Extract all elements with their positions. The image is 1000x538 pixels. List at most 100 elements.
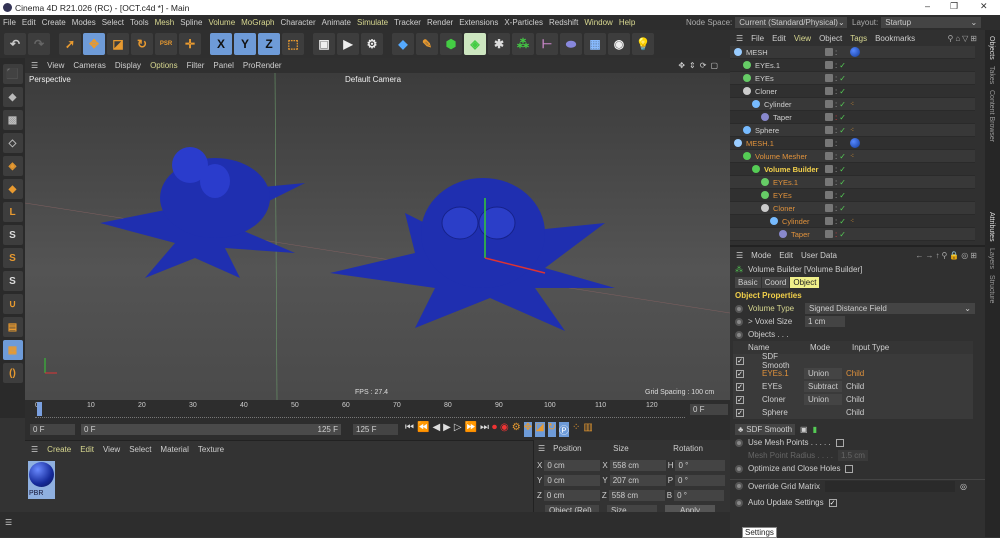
key-parameter-icon[interactable]: Ⓟ <box>558 422 569 437</box>
rotation-h-field[interactable]: 0 ° <box>675 460 726 471</box>
object-flags[interactable]: : ✓ <box>825 87 846 96</box>
menu-animate[interactable]: Animate <box>319 18 354 27</box>
animate-radio[interactable] <box>735 438 743 447</box>
position-x-field[interactable]: 0 cm <box>544 460 601 471</box>
visibility-dots-icon[interactable]: : <box>835 74 837 83</box>
menu-tracker[interactable]: Tracker <box>391 18 424 27</box>
position-z-field[interactable]: 0 cm <box>543 490 600 501</box>
material-menu-view[interactable]: View <box>103 445 120 454</box>
row-mode-select[interactable]: Subtract <box>804 381 842 392</box>
override-grid-matrix-field[interactable] <box>825 480 956 492</box>
enable-toggle-icon[interactable]: ▮ <box>813 425 817 434</box>
menu-redshift[interactable]: Redshift <box>546 18 581 27</box>
menu-select[interactable]: Select <box>99 18 127 27</box>
material-menu-texture[interactable]: Texture <box>198 445 224 454</box>
object-flags[interactable]: : ✓ <box>825 191 846 200</box>
side-tab-content-browser[interactable]: Content Browser <box>988 90 995 142</box>
rotation-b-field[interactable]: 0 ° <box>674 490 725 501</box>
optimize-checkbox[interactable] <box>845 464 854 473</box>
object-row[interactable]: Taper: ✓ <box>730 228 975 241</box>
object-flags[interactable]: : ✓ <box>825 61 846 70</box>
layer-icon[interactable] <box>825 113 833 121</box>
visibility-dots-icon[interactable]: : <box>835 165 837 174</box>
timeline-window-icon[interactable]: ▥ <box>583 422 592 437</box>
visibility-dots-icon[interactable]: : <box>835 191 837 200</box>
layer-icon[interactable] <box>825 139 833 147</box>
object-flags[interactable]: : ✓ <box>825 100 846 109</box>
voxel-size-field[interactable]: 1 cm <box>805 316 845 327</box>
menu-window[interactable]: Window <box>581 18 615 27</box>
move-tool-icon[interactable]: ✥ <box>83 33 105 55</box>
layer-icon[interactable] <box>825 152 833 160</box>
enabled-check-icon[interactable]: ✓ <box>839 61 846 70</box>
world-axis-icon[interactable]: ✛ <box>179 33 201 55</box>
visibility-dots-icon[interactable]: : <box>835 87 837 96</box>
objects-menu-view[interactable]: View <box>794 34 811 43</box>
play-icon[interactable]: ▶ <box>443 422 451 437</box>
side-tab-objects[interactable]: Objects <box>988 36 995 60</box>
material-menu-edit[interactable]: Edit <box>80 445 94 454</box>
object-row[interactable]: EYEs.1: ✓ <box>730 176 975 189</box>
object-manager-tools-icons[interactable]: ⚲⌂▽⊞ <box>947 34 979 43</box>
edges-mode-icon[interactable]: ◈ <box>2 156 23 176</box>
volume-list-row[interactable]: ✓ EYEs.1 Union Child <box>733 367 973 380</box>
timeline-ruler[interactable]: 0 10 20 30 40 50 60 70 80 90 100 110 120 <box>35 402 685 418</box>
object-row[interactable]: Cloner: ✓ <box>730 202 975 215</box>
autokey-icon[interactable]: ◉ <box>500 422 509 437</box>
viewport-perspective[interactable]: Perspective Default Camera FPS : 27.4 Gr… <box>25 73 730 400</box>
viewport-menu-panel[interactable]: Panel <box>213 61 233 70</box>
viewport-nav-icons[interactable]: ✥⇕⟳▢ <box>678 61 722 70</box>
phong-tag-icon[interactable]: ⁖ <box>850 126 854 134</box>
light-icon[interactable]: 💡 <box>632 33 654 55</box>
object-flags[interactable]: : ✓ <box>825 217 846 226</box>
material-menu-select[interactable]: Select <box>129 445 151 454</box>
objects-menu-file[interactable]: File <box>751 34 764 43</box>
objects-menu-edit[interactable]: Edit <box>772 34 786 43</box>
enabled-check-icon[interactable]: ✓ <box>839 126 846 135</box>
object-flags[interactable]: : <box>825 48 837 57</box>
enabled-check-icon[interactable]: ✓ <box>839 230 846 239</box>
use-mesh-points-checkbox[interactable] <box>835 438 844 447</box>
rotation-p-field[interactable]: 0 ° <box>675 475 726 486</box>
viewport-menu-display[interactable]: Display <box>115 61 141 70</box>
object-row[interactable]: Sphere: ✓ ⁖ <box>730 124 975 137</box>
deformer-icon[interactable]: ⊢ <box>536 33 558 55</box>
menu-help[interactable]: Help <box>616 18 638 27</box>
render-picture-viewer-icon[interactable]: ▶ <box>337 33 359 55</box>
lock-icon[interactable]: () <box>2 363 23 383</box>
object-row[interactable]: EYEs: ✓ <box>730 189 975 202</box>
size-y-field[interactable]: 207 cm <box>609 475 666 486</box>
objects-menu-bookmarks[interactable]: Bookmarks <box>875 34 915 43</box>
x-axis-lock-button[interactable]: X <box>210 33 232 55</box>
next-frame-icon[interactable]: ▷ <box>454 422 462 437</box>
attribute-nav-icons[interactable]: ←→↑⚲🔒◎⊞ <box>915 251 979 260</box>
frame-range-slider[interactable]: 0 F 125 F <box>81 424 341 435</box>
z-axis-lock-button[interactable]: Z <box>258 33 280 55</box>
visibility-dots-icon[interactable]: : <box>835 139 837 148</box>
object-row[interactable]: Cloner: ✓ <box>730 85 975 98</box>
material-tag-icon[interactable] <box>850 138 860 148</box>
side-tab-takes[interactable]: Takes <box>988 66 995 84</box>
objects-menu-tags[interactable]: Tags <box>850 34 867 43</box>
object-flags[interactable]: : ✓ <box>825 230 846 239</box>
volume-type-select[interactable]: Signed Distance Field ⌄ <box>805 303 975 314</box>
volume-list-row[interactable]: ✓ Sphere Child <box>733 406 973 419</box>
layer-icon[interactable] <box>825 126 833 134</box>
visibility-dots-icon[interactable]: : <box>835 100 837 109</box>
object-row[interactable]: EYEs: ✓ <box>730 72 975 85</box>
enabled-check-icon[interactable]: ✓ <box>839 113 846 122</box>
volume-list-row[interactable]: ✓ EYEs Subtract Child <box>733 380 973 393</box>
enabled-check-icon[interactable]: ✓ <box>839 191 846 200</box>
floor-icon[interactable]: ▦ <box>584 33 606 55</box>
undo-icon[interactable]: ↶ <box>4 33 26 55</box>
visibility-dots-icon[interactable]: : <box>835 230 837 239</box>
menu-extensions[interactable]: Extensions <box>456 18 501 27</box>
viewport-menu-options[interactable]: Options <box>150 61 178 70</box>
size-z-field[interactable]: 558 cm <box>608 490 665 501</box>
model-mode-icon[interactable]: ◆ <box>2 87 23 107</box>
layer-icon[interactable] <box>825 100 833 108</box>
enabled-check-icon[interactable]: ✓ <box>839 217 846 226</box>
cube-icon[interactable]: ◆ <box>392 33 414 55</box>
menu-mograph[interactable]: MoGraph <box>238 18 277 27</box>
field-icon[interactable]: ⬬ <box>560 33 582 55</box>
